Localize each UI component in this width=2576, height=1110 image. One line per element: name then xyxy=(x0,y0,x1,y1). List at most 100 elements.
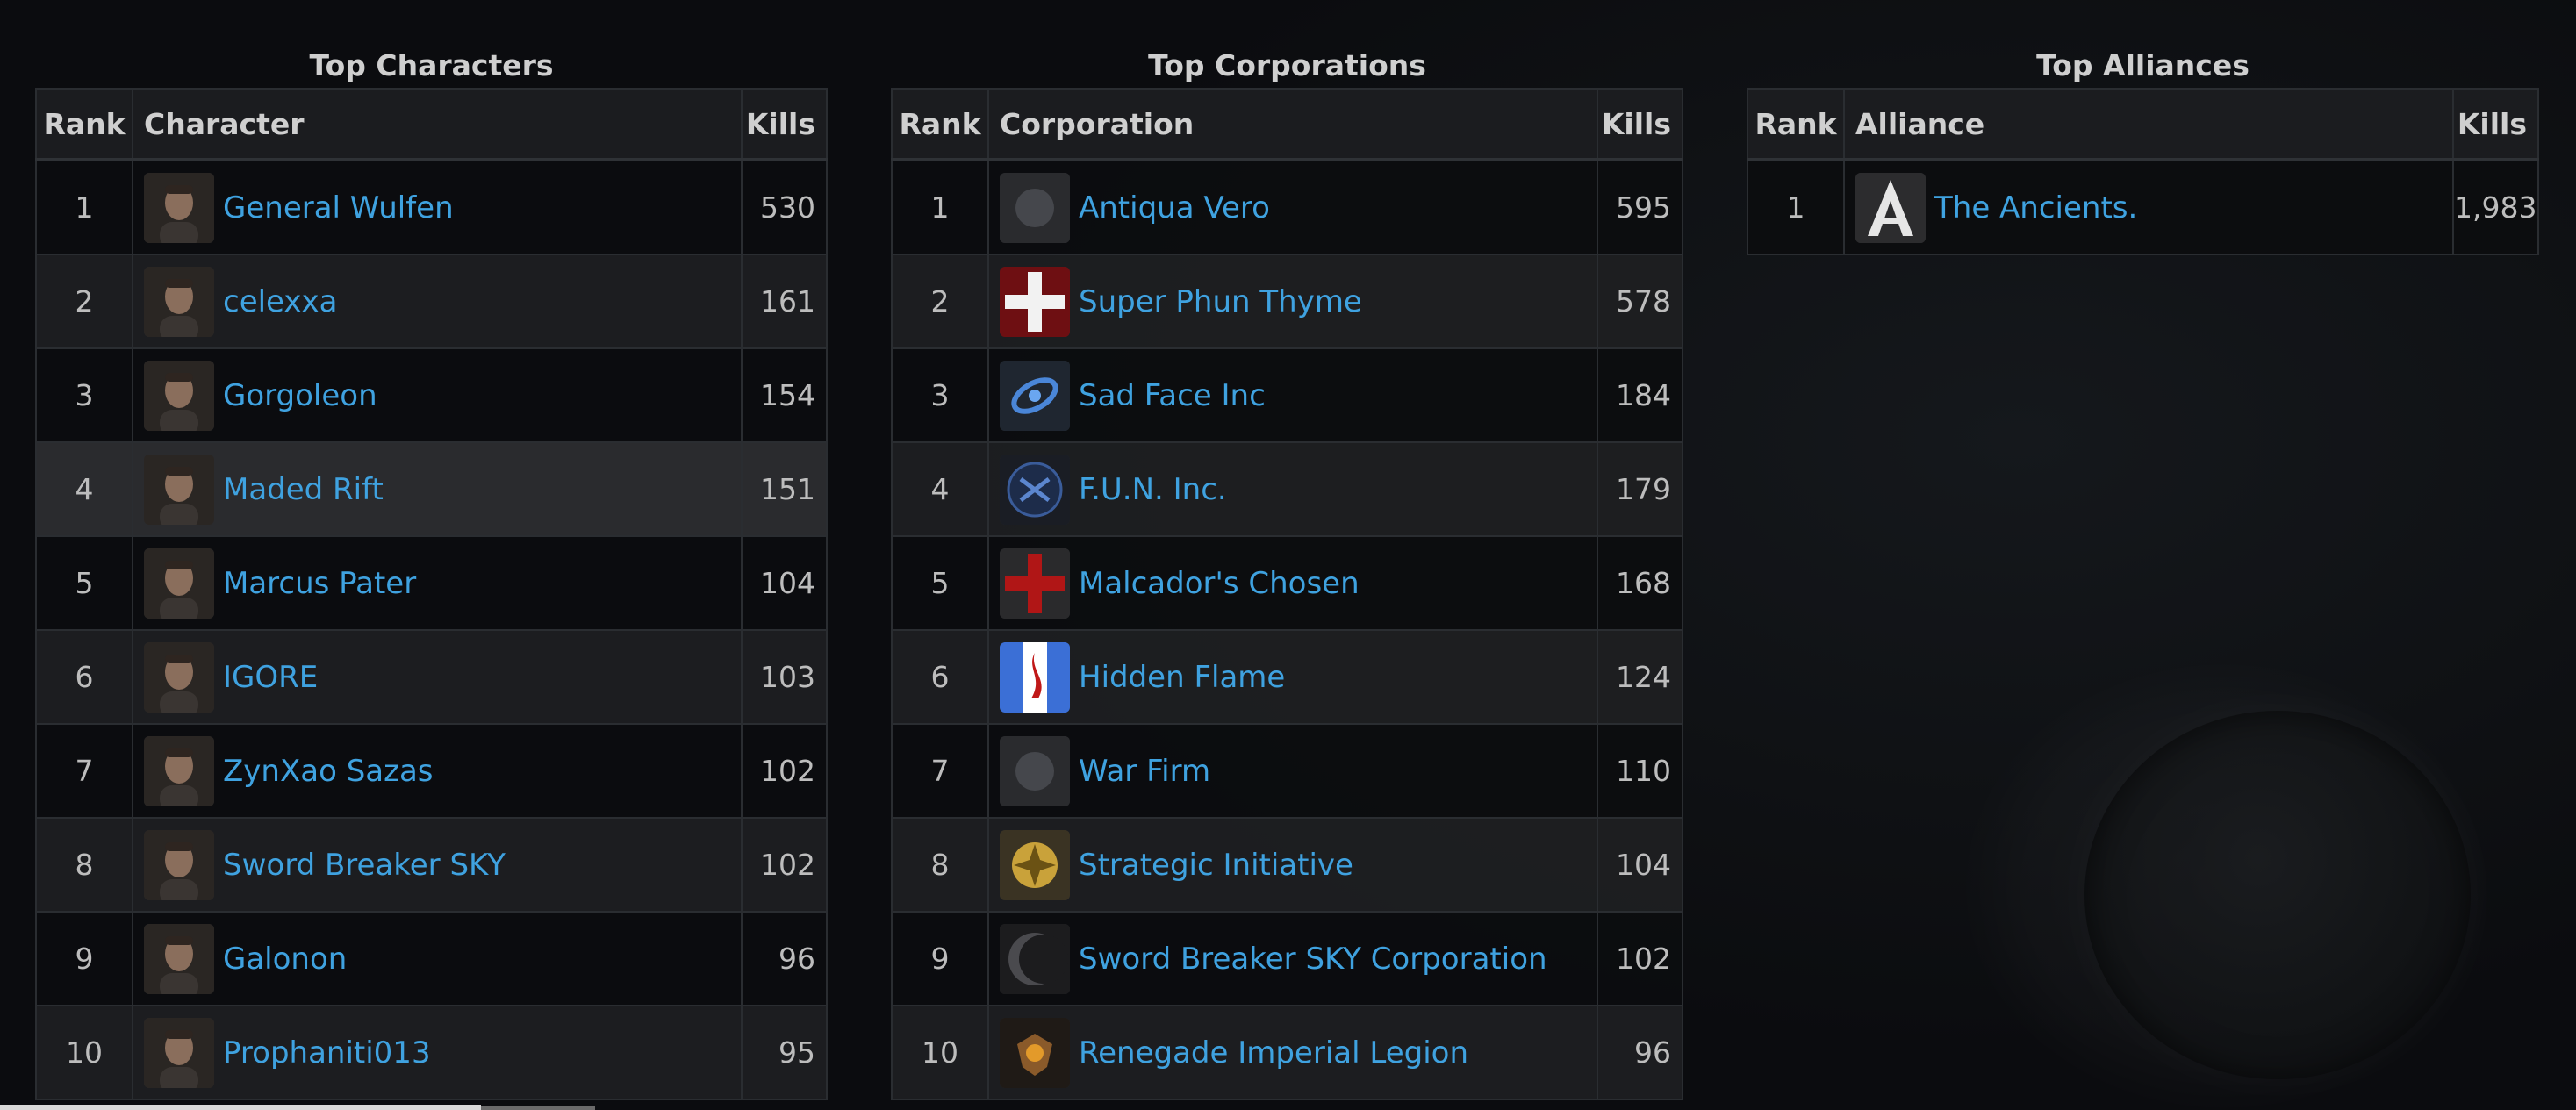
rank-cell: 8 xyxy=(891,817,989,913)
table-row[interactable]: 1 General Wulfen 530 xyxy=(35,159,828,255)
corporation-header[interactable]: Corporation xyxy=(987,88,1598,161)
table-row[interactable]: 5 Malcador's Chosen 168 xyxy=(891,535,1683,631)
table-row[interactable]: 7 ZynXao Sazas 102 xyxy=(35,723,828,819)
rank-header[interactable]: Rank xyxy=(35,88,133,161)
name-cell-content: Malcador's Chosen xyxy=(1000,537,1597,629)
flame-logo-icon[interactable] xyxy=(1000,641,1070,713)
entity-link[interactable]: Marcus Pater xyxy=(223,566,416,601)
entity-link[interactable]: celexxa xyxy=(223,284,337,319)
character-portrait-icon[interactable] xyxy=(144,360,214,431)
kills-cell: 161 xyxy=(741,254,828,349)
name-cell-content: Sad Face Inc xyxy=(1000,349,1597,441)
entity-link[interactable]: Strategic Initiative xyxy=(1079,848,1353,883)
name-cell: F.U.N. Inc. xyxy=(987,441,1598,537)
kills-header[interactable]: Kills xyxy=(741,88,828,161)
rank-header[interactable]: Rank xyxy=(1747,88,1845,161)
rank-header[interactable]: Rank xyxy=(891,88,989,161)
blue-emblem-logo-icon[interactable] xyxy=(1000,454,1070,525)
name-cell-content: Marcus Pater xyxy=(144,537,741,629)
table-row[interactable]: 3 Sad Face Inc 184 xyxy=(891,347,1683,443)
table-row[interactable]: 2 Super Phun Thyme 578 xyxy=(891,254,1683,349)
table-row[interactable]: 8 Sword Breaker SKY 102 xyxy=(35,817,828,913)
entity-link[interactable]: Hidden Flame xyxy=(1079,660,1285,695)
crescent-logo-icon[interactable] xyxy=(1000,923,1070,994)
character-portrait-icon[interactable] xyxy=(144,923,214,994)
entity-link[interactable]: General Wulfen xyxy=(223,190,454,226)
red-cross-logo-icon[interactable] xyxy=(1000,548,1070,619)
entity-link[interactable]: Sad Face Inc xyxy=(1079,378,1266,413)
entity-link[interactable]: The Ancients. xyxy=(1934,190,2137,226)
top-characters-table: Rank Character Kills 1 General Wulfen 530 2… xyxy=(35,88,828,1100)
entity-link[interactable]: IGORE xyxy=(223,660,318,695)
entity-link[interactable]: Sword Breaker SKY Corporation xyxy=(1079,942,1547,977)
table-row[interactable]: 8 Strategic Initiative 104 xyxy=(891,817,1683,913)
rank-cell: 1 xyxy=(1747,159,1845,255)
table-row[interactable]: 5 Marcus Pater 104 xyxy=(35,535,828,631)
corporation-logo-icon[interactable] xyxy=(1000,172,1070,243)
table-row[interactable]: 2 celexxa 161 xyxy=(35,254,828,349)
scrollbar-thumb[interactable] xyxy=(0,1105,481,1110)
character-portrait-icon[interactable] xyxy=(144,266,214,337)
table-row[interactable]: 7 War Firm 110 xyxy=(891,723,1683,819)
character-portrait-icon[interactable] xyxy=(144,1017,214,1088)
table-row[interactable]: 6 Hidden Flame 124 xyxy=(891,629,1683,725)
planet-background xyxy=(2084,711,2471,1079)
kills-cell: 96 xyxy=(1597,1005,1683,1100)
rank-cell: 7 xyxy=(35,723,133,819)
character-portrait-icon[interactable] xyxy=(144,548,214,619)
name-cell: The Ancients. xyxy=(1843,159,2454,255)
name-cell: Marcus Pater xyxy=(132,535,743,631)
name-cell: Hidden Flame xyxy=(987,629,1598,725)
entity-link[interactable]: Gorgoleon xyxy=(223,378,377,413)
name-cell: Strategic Initiative xyxy=(987,817,1598,913)
entity-link[interactable]: F.U.N. Inc. xyxy=(1079,472,1227,507)
table-row[interactable]: 10 Renegade Imperial Legion 96 xyxy=(891,1005,1683,1100)
name-cell: Prophaniti013 xyxy=(132,1005,743,1100)
entity-link[interactable]: Galonon xyxy=(223,942,347,977)
table-row[interactable]: 9 Sword Breaker SKY Corporation 102 xyxy=(891,911,1683,1006)
table-row[interactable]: 1 Antiqua Vero 595 xyxy=(891,159,1683,255)
winged-emblem-logo-icon[interactable] xyxy=(1000,1017,1070,1088)
table-row[interactable]: 6 IGORE 103 xyxy=(35,629,828,725)
character-portrait-icon[interactable] xyxy=(144,454,214,525)
alliance-header[interactable]: Alliance xyxy=(1843,88,2454,161)
corporation-logo-icon[interactable] xyxy=(1000,735,1070,806)
gold-emblem-logo-icon[interactable] xyxy=(1000,829,1070,900)
kills-cell: 595 xyxy=(1597,159,1683,255)
entity-link[interactable]: Prophaniti013 xyxy=(223,1035,431,1071)
kills-cell: 154 xyxy=(741,347,828,443)
name-cell-content: War Firm xyxy=(1000,725,1597,817)
kills-header[interactable]: Kills xyxy=(2452,88,2539,161)
scrollbar-track[interactable] xyxy=(481,1106,595,1110)
name-cell-content: Hidden Flame xyxy=(1000,631,1597,723)
character-header[interactable]: Character xyxy=(132,88,743,161)
blue-swirl-logo-icon[interactable] xyxy=(1000,360,1070,431)
kills-cell: 96 xyxy=(741,911,828,1006)
table-header-row: Rank Character Kills xyxy=(35,88,828,161)
character-portrait-icon[interactable] xyxy=(144,735,214,806)
table-row[interactable]: 3 Gorgoleon 154 xyxy=(35,347,828,443)
entity-link[interactable]: ZynXao Sazas xyxy=(223,754,434,789)
table-row[interactable]: 1 The Ancients. 1,983 xyxy=(1747,159,2539,255)
character-portrait-icon[interactable] xyxy=(144,829,214,900)
entity-link[interactable]: War Firm xyxy=(1079,754,1210,789)
table-row[interactable]: 4 F.U.N. Inc. 179 xyxy=(891,441,1683,537)
alliance-logo-icon[interactable] xyxy=(1855,172,1926,243)
entity-link[interactable]: Super Phun Thyme xyxy=(1079,284,1362,319)
table-row[interactable]: 4 Maded Rift 151 xyxy=(35,441,828,537)
entity-link[interactable]: Sword Breaker SKY xyxy=(223,848,506,883)
name-cell: Gorgoleon xyxy=(132,347,743,443)
entity-link[interactable]: Renegade Imperial Legion xyxy=(1079,1035,1468,1071)
name-cell-content: celexxa xyxy=(144,255,741,347)
rank-cell: 6 xyxy=(891,629,989,725)
table-row[interactable]: 10 Prophaniti013 95 xyxy=(35,1005,828,1100)
table-row[interactable]: 9 Galonon 96 xyxy=(35,911,828,1006)
character-portrait-icon[interactable] xyxy=(144,172,214,243)
entity-link[interactable]: Maded Rift xyxy=(223,472,384,507)
entity-link[interactable]: Antiqua Vero xyxy=(1079,190,1270,226)
rank-cell: 7 xyxy=(891,723,989,819)
character-portrait-icon[interactable] xyxy=(144,641,214,713)
white-cross-logo-icon[interactable] xyxy=(1000,266,1070,337)
kills-header[interactable]: Kills xyxy=(1597,88,1683,161)
entity-link[interactable]: Malcador's Chosen xyxy=(1079,566,1360,601)
